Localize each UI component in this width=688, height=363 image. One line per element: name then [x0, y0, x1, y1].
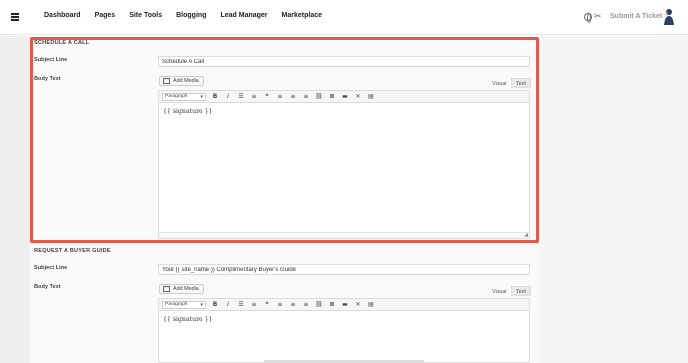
subject-line-input[interactable] — [158, 264, 530, 275]
italic-icon[interactable]: I — [224, 301, 232, 309]
avatar[interactable] — [662, 8, 676, 26]
fullscreen-icon[interactable]: ✕ — [354, 301, 362, 309]
subject-line-label: Subject Line — [34, 265, 68, 271]
bullet-list-icon[interactable]: ☰ — [237, 301, 245, 309]
add-media-button[interactable]: Add Media — [159, 284, 204, 294]
align-center-icon[interactable]: ≡ — [289, 301, 297, 309]
unlink-icon[interactable]: ⊠ — [328, 301, 336, 309]
body-text-label: Body Text — [34, 284, 61, 290]
tab-text[interactable]: Text — [511, 286, 531, 296]
nav-item-dashboard[interactable]: Dashboard — [44, 12, 81, 19]
highlight-box — [30, 37, 539, 243]
nav-item-site-tools[interactable]: Site Tools — [129, 12, 162, 19]
media-icon — [163, 286, 170, 292]
body-text-editor[interactable]: Paragraph B I ☰ ≡ ❝ ≡ ≡ ≡ ⛓ ⊠ ▬ ✕ ▤ {{ s… — [158, 298, 530, 363]
format-select[interactable]: Paragraph — [162, 301, 206, 309]
bold-icon[interactable]: B — [211, 301, 219, 309]
editor-toolbar: Paragraph B I ☰ ≡ ❝ ≡ ≡ ≡ ⛓ ⊠ ▬ ✕ ▤ — [159, 299, 529, 311]
nav-item-marketplace[interactable]: Marketplace — [282, 12, 322, 19]
add-media-label: Add Media — [173, 286, 199, 292]
right-gutter — [540, 36, 688, 363]
nav-item-blogging[interactable]: Blogging — [176, 12, 206, 19]
read-more-icon[interactable]: ▬ — [341, 301, 349, 309]
top-navigation-bar: Dashboard Pages Site Tools Blogging Lead… — [0, 0, 688, 35]
main-nav: Dashboard Pages Site Tools Blogging Lead… — [44, 12, 322, 19]
nav-item-lead-manager[interactable]: Lead Manager — [220, 12, 267, 19]
editor-content[interactable]: {{ signature }} — [163, 316, 213, 323]
nav-item-pages[interactable]: Pages — [95, 12, 116, 19]
blockquote-icon[interactable]: ❝ — [263, 301, 271, 309]
toolbar-toggle-icon[interactable]: ▤ — [367, 301, 375, 309]
numbered-list-icon[interactable]: ≡ — [250, 301, 258, 309]
section-title-buyer-guide: REQUEST A BUYER GUIDE — [34, 248, 111, 254]
tab-visual[interactable]: Visual — [488, 287, 511, 297]
link-icon[interactable]: ⛓ — [315, 301, 323, 309]
align-left-icon[interactable]: ≡ — [276, 301, 284, 309]
align-right-icon[interactable]: ≡ — [302, 301, 310, 309]
left-gutter — [0, 36, 30, 363]
submit-ticket-link[interactable]: Submit A Ticket — [610, 13, 662, 20]
tools-icon[interactable]: ✂ — [594, 11, 602, 21]
hamburger-menu-icon[interactable] — [11, 13, 19, 21]
globe-icon[interactable] — [584, 13, 592, 23]
